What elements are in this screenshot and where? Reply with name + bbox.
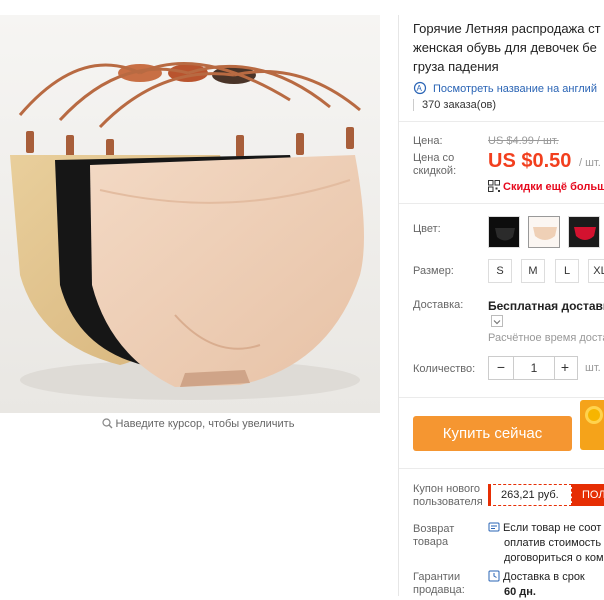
- color-swatch-black[interactable]: [488, 216, 520, 248]
- quantity-label: Количество:: [413, 363, 476, 375]
- return-label-line: Возврат: [413, 523, 455, 535]
- discount-price-label: Цена со скидкой:: [413, 152, 456, 178]
- product-image[interactable]: [0, 15, 380, 413]
- product-title-line: женская обувь для девочек бе: [413, 40, 597, 55]
- delivery-days: 60 дн.: [504, 586, 536, 598]
- chevron-down-icon: [493, 320, 501, 325]
- product-photo: [0, 15, 380, 413]
- app-discount-link[interactable]: Скидки ещё больше: [488, 180, 604, 193]
- size-option-m[interactable]: M: [521, 259, 545, 283]
- translate-link-text: Посмотреть название на англий: [433, 83, 597, 95]
- return-policy-text: Если товар не соот: [503, 522, 602, 534]
- size-option-s[interactable]: S: [488, 259, 512, 283]
- add-to-cart-button[interactable]: [580, 400, 604, 450]
- qr-code-icon: [488, 180, 500, 192]
- shipping-estimate: Расчётное время доставки: [488, 332, 604, 344]
- coupon-label-line: пользователя: [413, 496, 483, 508]
- product-title-line: груза падения: [413, 59, 499, 74]
- coupon-label: Купон нового пользователя: [413, 483, 483, 509]
- magnifier-icon: [101, 418, 113, 429]
- return-policy-line: оплатив стоимость: [504, 537, 602, 549]
- shipping-label: Доставка:: [413, 299, 464, 311]
- divider: [399, 121, 604, 122]
- shipping-dropdown[interactable]: [491, 315, 503, 327]
- divider: [399, 203, 604, 204]
- product-title: Горячие Летняя распродажа ст женская обу…: [413, 19, 604, 76]
- quantity-decrease-button[interactable]: −: [489, 357, 513, 379]
- delivery-guarantee-line: Доставка в срок: [488, 570, 585, 585]
- size-option-xl[interactable]: XL: [588, 259, 604, 283]
- guarantee-label-line: продавца:: [413, 584, 465, 596]
- buy-now-button[interactable]: Купить сейчас: [413, 416, 572, 451]
- shipping-method[interactable]: Бесплатная доставка: [488, 299, 604, 313]
- get-coupon-button[interactable]: ПОЛ: [572, 484, 604, 506]
- return-policy-line: Если товар не соот: [488, 521, 604, 536]
- guarantee-label: Гарантии продавца:: [413, 571, 465, 597]
- size-option-l[interactable]: L: [555, 259, 579, 283]
- quantity-unit: шт.: [585, 362, 601, 374]
- price-unit: / шт.: [579, 157, 601, 169]
- translate-title-link[interactable]: A Посмотреть название на англий: [413, 81, 604, 95]
- old-price: US $4.99 / шт.: [488, 135, 559, 147]
- coupon-label-line: Купон нового: [413, 483, 481, 495]
- color-swatch-nude[interactable]: [528, 216, 560, 248]
- return-policy: Если товар не соот оплатив стоимость дог…: [488, 521, 604, 566]
- svg-text:A: A: [417, 84, 423, 93]
- return-label: Возврат товара: [413, 523, 454, 549]
- swatch-red-image: [569, 217, 599, 247]
- color-label: Цвет:: [413, 223, 441, 235]
- app-discount-text: Скидки ещё больше: [503, 181, 604, 193]
- delivery-guarantee-text: Доставка в срок: [503, 571, 585, 583]
- coupon-value: 263,21 руб.: [488, 484, 572, 506]
- return-icon: [488, 522, 500, 532]
- divider: [399, 397, 604, 398]
- zoom-hint: Наведите курсор, чтобы увеличить: [0, 418, 396, 430]
- quantity-stepper: − 1 +: [488, 356, 578, 380]
- return-label-line: товара: [413, 536, 449, 548]
- zoom-hint-text: Наведите курсор, чтобы увеличить: [115, 418, 295, 430]
- discount-price: US $0.50: [488, 150, 572, 172]
- discount-price-label-line: Цена со: [413, 152, 455, 164]
- discount-price-label-line: скидкой:: [413, 165, 457, 177]
- return-policy-line: договориться о ком: [504, 552, 604, 564]
- coin-icon: [585, 406, 603, 424]
- product-title-line: Горячие Летняя распродажа ст: [413, 21, 601, 36]
- size-label: Размер:: [413, 265, 454, 277]
- orders-count: 370 заказа(ов): [413, 99, 496, 111]
- guarantee-label-line: Гарантии: [413, 571, 461, 583]
- translate-icon: A: [413, 81, 427, 95]
- price-label: Цена:: [413, 135, 443, 147]
- swatch-nude-image: [529, 217, 559, 247]
- column-divider: [398, 15, 399, 596]
- quantity-input[interactable]: 1: [513, 357, 555, 379]
- divider: [399, 468, 604, 469]
- quantity-increase-button[interactable]: +: [553, 357, 577, 379]
- color-swatch-red[interactable]: [568, 216, 600, 248]
- clock-icon: [488, 570, 500, 582]
- swatch-black-image: [489, 217, 519, 247]
